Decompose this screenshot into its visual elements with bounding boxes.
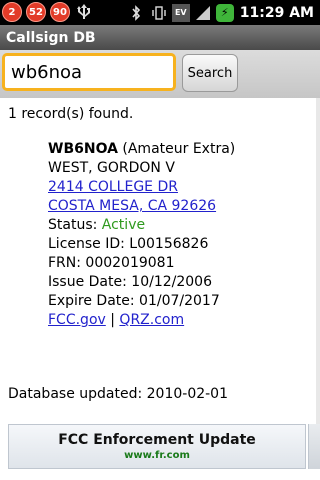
address-line1-link[interactable]: 2414 COLLEGE DR xyxy=(48,179,178,195)
frn: FRN: 0002019081 xyxy=(48,255,175,271)
system-icons: EV ⚡ 11:29 AM xyxy=(126,0,314,25)
ad-banner[interactable]: FCC Enforcement Update www.fr.com xyxy=(8,424,306,469)
issue-date: Issue Date: 10/12/2006 xyxy=(48,274,212,290)
database-updated: Database updated: 2010-02-01 xyxy=(8,386,228,402)
notification-badge-2: 52 xyxy=(26,2,46,22)
record-header: WB6NOA (Amateur Extra) xyxy=(48,140,235,159)
link-separator: | xyxy=(110,312,115,328)
usb-icon xyxy=(74,2,94,22)
callsign-search-input[interactable] xyxy=(2,53,176,91)
license-record: WB6NOA (Amateur Extra) WEST, GORDON V 24… xyxy=(48,140,235,330)
license-id: License ID: L00156826 xyxy=(48,236,209,252)
callsign: WB6NOA xyxy=(48,141,118,157)
notification-badge-1: 2 xyxy=(2,2,22,22)
notification-badge-3: 90 xyxy=(50,2,70,22)
fcc-link[interactable]: FCC.gov xyxy=(48,312,106,328)
bluetooth-icon xyxy=(126,3,146,23)
scroll-edge xyxy=(316,98,320,428)
status-bar: 2 52 90 EV ⚡ 11:29 AM xyxy=(0,0,320,25)
battery-icon: ⚡ xyxy=(215,3,234,22)
ad-banner-edge xyxy=(308,424,320,469)
address-line2-link[interactable]: COSTA MESA, CA 92626 xyxy=(48,198,216,214)
search-bar: Search xyxy=(0,50,320,98)
expire-date: Expire Date: 01/07/2017 xyxy=(48,293,220,309)
app-title-bar: Callsign DB xyxy=(0,25,320,50)
status-label: Status: xyxy=(48,217,98,233)
results-summary: 1 record(s) found. xyxy=(8,106,134,122)
ad-title: FCC Enforcement Update xyxy=(58,432,256,448)
signal-icon xyxy=(193,3,213,23)
ad-url: www.fr.com xyxy=(124,450,190,461)
external-links: FCC.gov | QRZ.com xyxy=(48,311,235,330)
app-title: Callsign DB xyxy=(6,29,96,46)
search-button[interactable]: Search xyxy=(182,54,238,92)
license-class: (Amateur Extra) xyxy=(122,141,236,157)
qrz-link[interactable]: QRZ.com xyxy=(119,312,184,328)
clock: 11:29 AM xyxy=(239,4,314,21)
network-type-icon: EV xyxy=(171,3,190,22)
vibrate-icon xyxy=(149,3,169,23)
notification-icons: 2 52 90 xyxy=(2,2,98,22)
status-value: Active xyxy=(101,217,146,233)
license-status: Status: Active xyxy=(48,216,235,235)
licensee-name: WEST, GORDON V xyxy=(48,160,175,176)
